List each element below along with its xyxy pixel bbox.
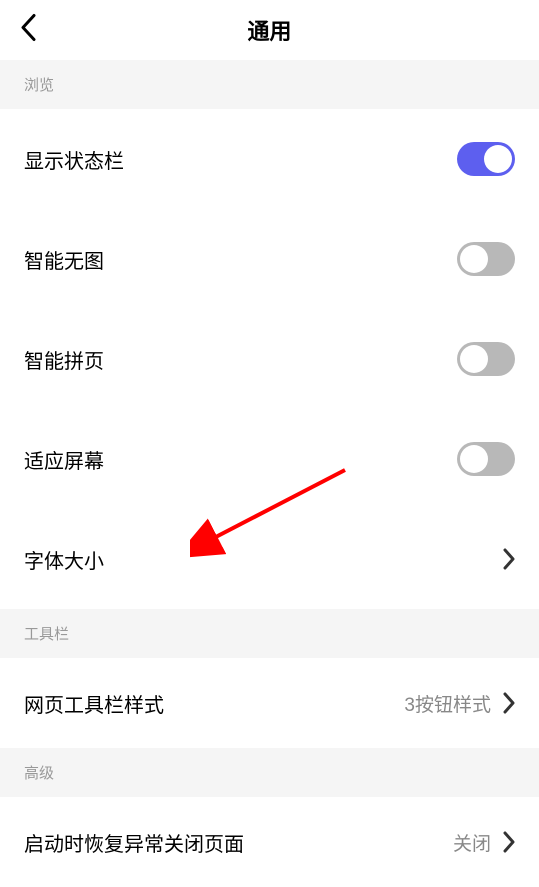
toggle-smart-paging[interactable] xyxy=(457,342,515,376)
row-font-size[interactable]: 字体大小 xyxy=(0,509,539,609)
toggle-smart-noimage[interactable] xyxy=(457,242,515,276)
toggle-fit-screen[interactable] xyxy=(457,442,515,476)
toggle-status-bar[interactable] xyxy=(457,142,515,176)
chevron-left-icon xyxy=(20,14,36,42)
chevron-right-icon xyxy=(503,548,515,570)
toggle-knob xyxy=(460,345,488,373)
row-status-bar[interactable]: 显示状态栏 xyxy=(0,109,539,209)
page-title: 通用 xyxy=(247,14,291,46)
chevron-right-icon xyxy=(503,831,515,853)
header: 通用 xyxy=(0,0,539,60)
right-group: 3按钮样式 xyxy=(404,690,515,717)
toggle-knob xyxy=(460,445,488,473)
right-group: 关闭 xyxy=(453,829,515,856)
row-restore-pages[interactable]: 启动时恢复异常关闭页面 关闭 xyxy=(0,797,539,887)
right-group xyxy=(503,548,515,570)
label-restore-pages: 启动时恢复异常关闭页面 xyxy=(24,828,244,857)
back-button[interactable] xyxy=(20,14,36,47)
label-smart-paging: 智能拼页 xyxy=(24,345,104,374)
section-header-browse: 浏览 xyxy=(0,60,539,109)
row-toolbar-style[interactable]: 网页工具栏样式 3按钮样式 xyxy=(0,658,539,748)
value-toolbar-style: 3按钮样式 xyxy=(404,690,491,717)
toggle-knob xyxy=(460,245,488,273)
label-toolbar-style: 网页工具栏样式 xyxy=(24,689,164,718)
chevron-right-icon xyxy=(503,692,515,714)
value-restore-pages: 关闭 xyxy=(453,829,491,856)
section-header-advanced: 高级 xyxy=(0,748,539,797)
label-fit-screen: 适应屏幕 xyxy=(24,445,104,474)
section-header-toolbar: 工具栏 xyxy=(0,609,539,658)
label-font-size: 字体大小 xyxy=(24,545,104,574)
row-smart-noimage[interactable]: 智能无图 xyxy=(0,209,539,309)
label-status-bar: 显示状态栏 xyxy=(24,145,124,174)
label-smart-noimage: 智能无图 xyxy=(24,245,104,274)
row-fit-screen[interactable]: 适应屏幕 xyxy=(0,409,539,509)
toggle-knob xyxy=(484,145,512,173)
row-smart-paging[interactable]: 智能拼页 xyxy=(0,309,539,409)
